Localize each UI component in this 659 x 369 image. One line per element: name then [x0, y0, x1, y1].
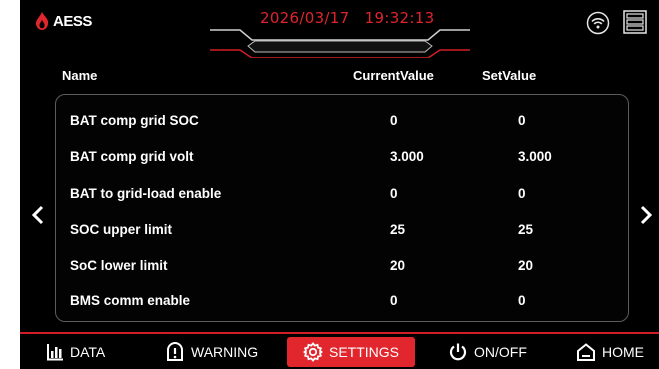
- gear-icon: [302, 342, 323, 362]
- table-row[interactable]: BAT comp grid volt 3.000 3.000: [56, 145, 628, 169]
- chevron-left-icon: [31, 205, 44, 225]
- row-name: BMS comm enable: [70, 293, 191, 308]
- nav-settings-button[interactable]: SETTINGS: [287, 337, 415, 367]
- row-name: SOC upper limit: [70, 222, 173, 237]
- settings-table: BAT comp grid SOC 0 0 BAT comp grid volt…: [55, 94, 629, 322]
- header-divider-shape: [210, 29, 470, 58]
- row-set-value[interactable]: 25: [518, 222, 533, 237]
- table-row[interactable]: BAT comp grid SOC 0 0: [56, 109, 628, 133]
- row-current-value: 0: [390, 113, 398, 128]
- flame-logo-icon: [35, 12, 49, 30]
- bottom-nav: DATA WARNING SETTINGS ON/OFF HOME: [20, 334, 659, 369]
- nav-home-button[interactable]: HOME: [576, 334, 644, 369]
- top-bar: AESS 2026/03/17 19:32:13: [20, 0, 659, 58]
- wifi-icon[interactable]: [586, 11, 610, 35]
- row-name: BAT to grid-load enable: [70, 186, 222, 201]
- row-name: BAT comp grid volt: [70, 149, 194, 164]
- nav-data-button[interactable]: DATA: [46, 334, 105, 369]
- row-current-value: 3.000: [390, 149, 424, 164]
- nav-data-label: DATA: [70, 343, 106, 360]
- bar-chart-icon: [47, 343, 63, 360]
- next-page-arrow[interactable]: [640, 201, 653, 232]
- row-set-value[interactable]: 0: [518, 293, 526, 308]
- warning-icon: [167, 341, 183, 361]
- nav-onoff-label: ON/OFF: [474, 343, 527, 360]
- column-header-current-value: CurrentValue: [353, 68, 434, 83]
- row-name: SoC lower limit: [70, 258, 168, 273]
- menu-list-icon[interactable]: [623, 10, 647, 34]
- nav-settings-label: SETTINGS: [328, 344, 399, 360]
- row-current-value: 0: [390, 186, 398, 201]
- prev-page-arrow[interactable]: [31, 201, 44, 232]
- power-icon: [449, 343, 467, 360]
- row-set-value[interactable]: 3.000: [518, 149, 552, 164]
- chevron-right-icon: [640, 205, 653, 225]
- nav-onoff-button[interactable]: ON/OFF: [448, 334, 527, 369]
- table-row[interactable]: BAT to grid-load enable 0 0: [56, 182, 628, 206]
- device-screen: AESS 2026/03/17 19:32:13 Name CurrentVal…: [20, 0, 659, 369]
- brand-logo: AESS: [34, 10, 92, 32]
- nav-warning-button[interactable]: WARNING: [165, 334, 258, 369]
- home-icon: [577, 342, 595, 361]
- row-current-value: 0: [390, 293, 398, 308]
- table-row[interactable]: SoC lower limit 20 20: [56, 254, 628, 278]
- table-row[interactable]: BMS comm enable 0 0: [56, 289, 628, 313]
- row-current-value: 25: [390, 222, 406, 237]
- nav-home-label: HOME: [602, 343, 644, 360]
- brand-name: AESS: [53, 12, 92, 30]
- row-set-value[interactable]: 0: [518, 113, 526, 128]
- table-row[interactable]: SOC upper limit 25 25: [56, 218, 628, 242]
- row-current-value: 20: [390, 258, 406, 273]
- column-header-name: Name: [62, 68, 98, 83]
- datetime-display: 2026/03/17 19:32:13: [260, 9, 435, 27]
- row-name: BAT comp grid SOC: [70, 113, 199, 128]
- row-set-value[interactable]: 0: [518, 186, 526, 201]
- column-header-set-value: SetValue: [482, 68, 537, 83]
- row-set-value[interactable]: 20: [518, 258, 533, 273]
- nav-warning-label: WARNING: [191, 343, 259, 360]
